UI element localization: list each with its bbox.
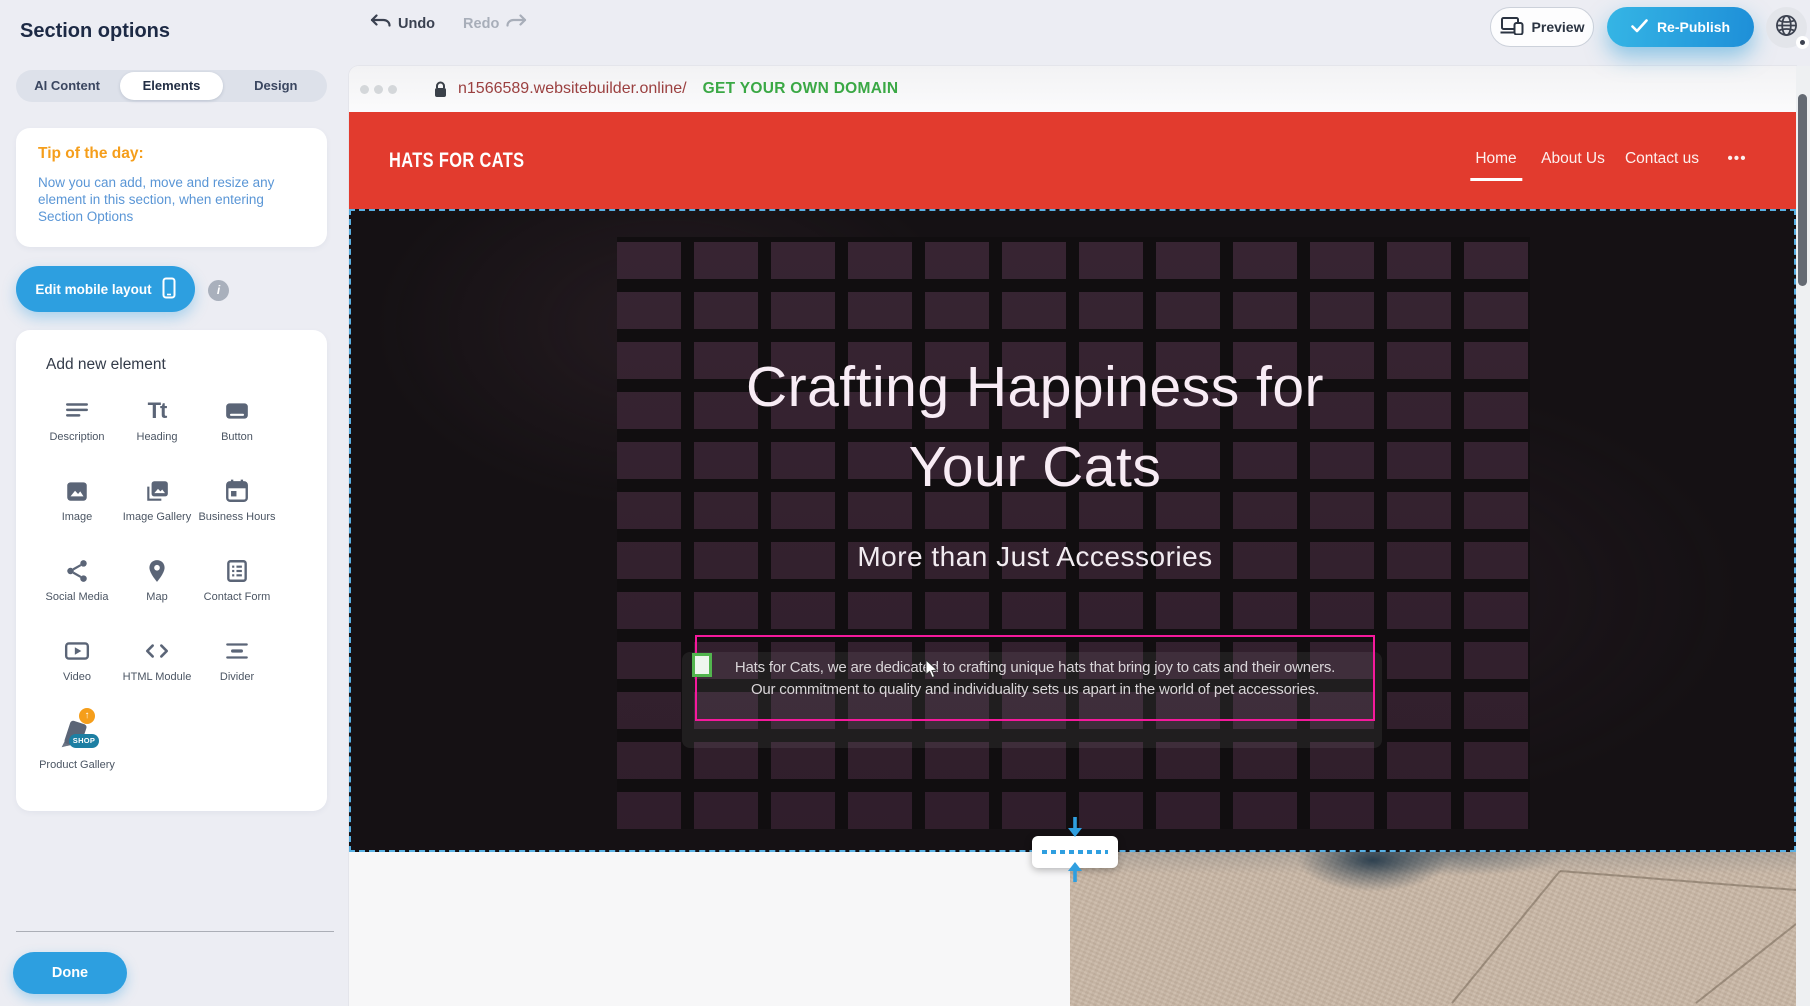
element-image-gallery[interactable]: Image Gallery xyxy=(117,476,197,556)
image-gallery-icon xyxy=(142,476,172,506)
tip-body: Now you can add, move and resize any ele… xyxy=(38,174,306,225)
window-dot xyxy=(360,85,369,94)
paragraph-drag-handle[interactable] xyxy=(692,653,712,677)
redo-icon xyxy=(506,14,527,34)
check-icon xyxy=(1631,19,1648,36)
hero-subheading[interactable]: More than Just Accessories xyxy=(685,541,1385,573)
next-section-floor-image[interactable] xyxy=(1070,852,1796,1006)
browser-chrome: n1566589.websitebuilder.online/ GET YOUR… xyxy=(349,66,1796,112)
nav-contact-us[interactable]: Contact us xyxy=(1625,150,1699,168)
language-globe-button[interactable] xyxy=(1766,7,1807,48)
window-dot xyxy=(374,85,383,94)
sidebar-divider xyxy=(16,931,334,932)
section-resize-handle[interactable] xyxy=(1032,836,1118,868)
edit-mobile-layout-button[interactable]: Edit mobile layout xyxy=(16,266,195,312)
business-hours-icon xyxy=(222,476,252,506)
undo-button[interactable]: Undo xyxy=(370,14,435,34)
scrollbar xyxy=(1796,66,1810,1006)
element-social-media[interactable]: Social Media xyxy=(37,556,117,636)
republish-button[interactable]: Re-Publish xyxy=(1607,7,1754,47)
edit-mobile-label: Edit mobile layout xyxy=(35,282,151,297)
site-url[interactable]: n1566589.websitebuilder.online/ xyxy=(458,80,687,98)
element-business-hours[interactable]: Business Hours xyxy=(197,476,277,556)
social-media-icon xyxy=(62,556,92,586)
add-element-card: Add new element Description Tt Heading B… xyxy=(16,330,327,811)
window-dots xyxy=(360,85,397,94)
redo-button[interactable]: Redo xyxy=(463,14,527,34)
element-image[interactable]: Image xyxy=(37,476,117,556)
next-section-left[interactable] xyxy=(349,852,1070,1006)
element-button[interactable]: Button xyxy=(197,396,277,476)
nav-more-icon[interactable]: ••• xyxy=(1727,150,1746,168)
done-button[interactable]: Done xyxy=(13,952,127,994)
tip-title: Tip of the day: xyxy=(38,145,144,163)
map-icon xyxy=(142,556,172,586)
resize-dotted-line xyxy=(1042,850,1108,854)
contact-form-icon xyxy=(222,556,252,586)
site-preview-window: n1566589.websitebuilder.online/ GET YOUR… xyxy=(349,66,1796,1006)
tip-card: Tip of the day: Now you can add, move an… xyxy=(16,128,327,247)
element-video[interactable]: Video xyxy=(37,636,117,716)
button-icon xyxy=(222,396,252,426)
shop-badge: SHOP xyxy=(69,734,99,748)
tab-elements[interactable]: Elements xyxy=(120,72,222,100)
element-divider[interactable]: Divider xyxy=(197,636,277,716)
tab-design[interactable]: Design xyxy=(225,70,327,102)
add-element-title: Add new element xyxy=(46,356,166,374)
globe-status-badge xyxy=(1796,36,1809,49)
element-heading[interactable]: Tt Heading xyxy=(117,396,197,476)
html-module-icon xyxy=(142,636,172,666)
upgrade-badge-icon: ↑ xyxy=(79,708,95,724)
image-icon xyxy=(62,476,92,506)
globe-icon xyxy=(1775,14,1798,42)
get-domain-link[interactable]: GET YOUR OWN DOMAIN xyxy=(703,80,899,98)
divider-icon xyxy=(222,636,252,666)
site-header[interactable]: HATS FOR CATS Home About Us Contact us •… xyxy=(349,112,1796,209)
element-grid: Description Tt Heading Button Image xyxy=(37,396,277,796)
product-gallery-icon: ↑ SHOP xyxy=(57,716,97,754)
panel-tabs: AI Content Elements Design xyxy=(16,70,327,102)
heading-icon: Tt xyxy=(142,396,172,426)
element-product-gallery[interactable]: ↑ SHOP Product Gallery xyxy=(37,716,117,796)
description-icon xyxy=(62,396,92,426)
lock-icon xyxy=(433,81,448,98)
element-map[interactable]: Map xyxy=(117,556,197,636)
tab-ai-content[interactable]: AI Content xyxy=(16,70,118,102)
scrollbar-thumb[interactable] xyxy=(1798,94,1807,286)
section-options-panel: Section options AI Content Elements Desi… xyxy=(0,0,346,1006)
panel-title: Section options xyxy=(20,20,170,43)
hero-section-selected[interactable]: Crafting Happiness for Your Cats More th… xyxy=(349,209,1796,852)
site-logo[interactable]: HATS FOR CATS xyxy=(389,149,525,173)
element-description[interactable]: Description xyxy=(37,396,117,476)
arrow-up-icon xyxy=(1067,858,1083,887)
hero-paragraph[interactable]: Hats for Cats, we are dedicated to craft… xyxy=(685,657,1385,700)
hero-heading[interactable]: Crafting Happiness for Your Cats xyxy=(685,347,1385,507)
window-dot xyxy=(388,85,397,94)
nav-home[interactable]: Home xyxy=(1475,150,1516,168)
history-controls: Undo Redo xyxy=(370,14,527,34)
video-icon xyxy=(62,636,92,666)
arrow-down-icon xyxy=(1067,817,1083,846)
element-html-module[interactable]: HTML Module xyxy=(117,636,197,716)
devices-icon xyxy=(1500,16,1524,38)
phone-icon xyxy=(162,277,176,302)
element-contact-form[interactable]: Contact Form xyxy=(197,556,277,636)
undo-icon xyxy=(370,14,391,34)
info-icon[interactable]: i xyxy=(208,280,229,301)
nav-about-us[interactable]: About Us xyxy=(1541,150,1605,168)
preview-button[interactable]: Preview xyxy=(1490,7,1594,47)
